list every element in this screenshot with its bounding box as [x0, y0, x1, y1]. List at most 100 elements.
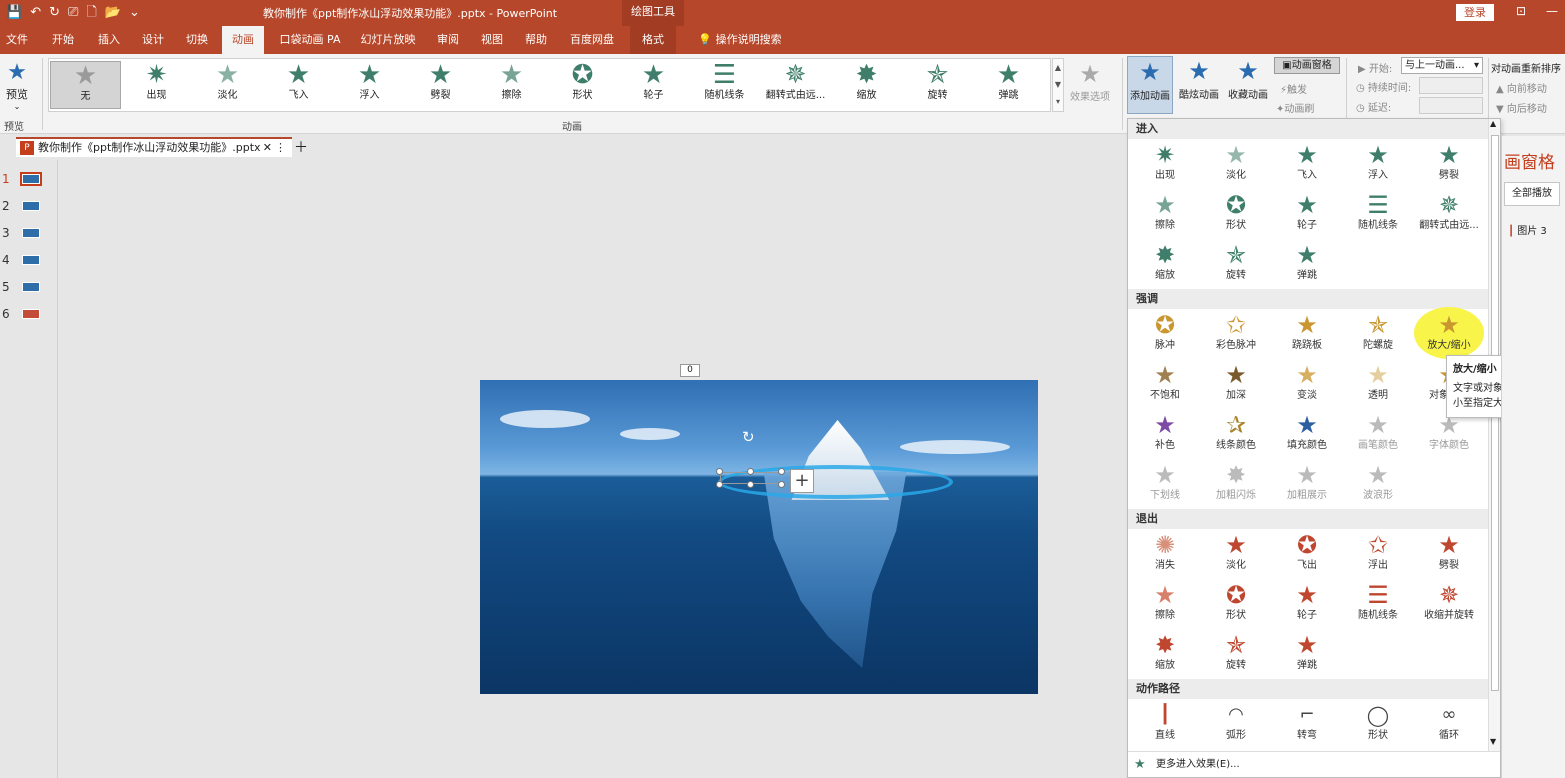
tab-home[interactable]: 开始	[44, 26, 82, 54]
more-icon[interactable]: ▾	[1053, 93, 1063, 110]
slide-thumbnail[interactable]: 2	[0, 197, 58, 217]
ribbon-display-icon[interactable]: ⊡	[1516, 4, 1526, 18]
resize-handle[interactable]	[747, 468, 754, 475]
tab-view[interactable]: 视图	[472, 26, 512, 54]
add-animation-button[interactable]: ★ 添加动画	[1127, 56, 1173, 114]
gallery-item-float-in[interactable]: ★ 浮入	[334, 61, 405, 109]
slide-thumbnail[interactable]: 1	[0, 170, 58, 190]
gallery-item-bounce[interactable]: ★ 弹跳	[973, 61, 1044, 109]
entrance-bounce[interactable]: ★ 弹跳	[1272, 241, 1342, 287]
customize-qat-icon[interactable]: ⌄	[129, 3, 140, 23]
entrance-wipe[interactable]: ★ 擦除	[1130, 191, 1200, 237]
slide-thumbnail[interactable]: 6	[0, 305, 58, 325]
exit-split[interactable]: ★ 劈裂	[1414, 531, 1484, 577]
resize-handle[interactable]	[716, 481, 723, 488]
tab-slideshow[interactable]: 幻灯片放映	[356, 26, 420, 54]
motion-loops[interactable]: ∞ 循环	[1414, 701, 1484, 747]
emphasis-line-color[interactable]: ✰ 线条颜色	[1201, 411, 1271, 457]
tell-me-search[interactable]: 💡 操作说明搜索	[690, 26, 790, 54]
resize-handle[interactable]	[778, 468, 785, 475]
emphasis-desaturate[interactable]: ★ 不饱和	[1130, 361, 1200, 407]
exit-disappear[interactable]: ✺ 消失	[1130, 531, 1200, 577]
motion-turns[interactable]: ⌐ 转弯	[1272, 701, 1342, 747]
open-folder-icon[interactable]: 📂	[105, 3, 121, 23]
tab-transitions[interactable]: 切换	[178, 26, 216, 54]
scroll-down-icon[interactable]: ▼	[1490, 737, 1496, 746]
gallery-item-appear[interactable]: ✷ 出现	[121, 61, 192, 109]
present-icon[interactable]: ⎚	[68, 3, 78, 23]
gallery-item-split[interactable]: ★ 劈裂	[405, 61, 476, 109]
emphasis-darken[interactable]: ★ 加深	[1201, 361, 1271, 407]
tab-design[interactable]: 设计	[134, 26, 172, 54]
motion-arcs[interactable]: ◠ 弧形	[1201, 701, 1271, 747]
scroll-up-icon[interactable]: ▲	[1490, 119, 1496, 128]
slide-iceberg[interactable]: ↻ +	[480, 380, 1038, 694]
emphasis-transparency[interactable]: ★ 透明	[1343, 361, 1413, 407]
effect-options-button[interactable]: ★ 效果选项	[1066, 60, 1114, 103]
entrance-swivel[interactable]: ✯ 旋转	[1201, 241, 1271, 287]
resize-handle[interactable]	[716, 468, 723, 475]
tab-help[interactable]: 帮助	[516, 26, 556, 54]
exit-zoom[interactable]: ✸ 缩放	[1130, 631, 1200, 677]
close-icon[interactable]: ✕	[263, 139, 272, 156]
entrance-zoom[interactable]: ✸ 缩放	[1130, 241, 1200, 287]
move-crosshair-icon[interactable]: +	[790, 469, 814, 493]
exit-fade[interactable]: ★ 淡化	[1201, 531, 1271, 577]
tab-review[interactable]: 审阅	[428, 26, 468, 54]
exit-fly-out[interactable]: ✪ 飞出	[1272, 531, 1342, 577]
exit-bounce[interactable]: ★ 弹跳	[1272, 631, 1342, 677]
cool-animation-button[interactable]: ★ 酷炫动画	[1176, 56, 1222, 101]
emphasis-pulse[interactable]: ✪ 脉冲	[1130, 311, 1200, 357]
scroll-up-icon[interactable]: ▲	[1053, 59, 1063, 76]
animation-list-item[interactable]: ┃ 图片 3	[1508, 222, 1547, 237]
tab-format[interactable]: 格式	[630, 26, 676, 54]
minimize-icon[interactable]: —	[1546, 4, 1558, 18]
slide-thumbnail[interactable]: 4	[0, 251, 58, 271]
tab-pocket-animation[interactable]: 口袋动画 PA	[272, 26, 348, 54]
exit-wheel[interactable]: ★ 轮子	[1272, 581, 1342, 627]
gallery-item-none[interactable]: ★ 无	[50, 61, 121, 109]
gallery-item-zoom[interactable]: ✸ 缩放	[831, 61, 902, 109]
motion-shapes[interactable]: ◯ 形状	[1343, 701, 1413, 747]
exit-swivel[interactable]: ✯ 旋转	[1201, 631, 1271, 677]
move-earlier-button[interactable]: ▲ 向前移动	[1496, 80, 1547, 95]
login-button[interactable]: 登录	[1456, 4, 1494, 21]
trigger-button[interactable]: ⚡触发	[1280, 81, 1307, 96]
add-tab-icon[interactable]: ＋	[294, 137, 308, 157]
animation-order-tag[interactable]: 0	[680, 364, 700, 377]
emphasis-grow-shrink[interactable]: ★ 放大/缩小	[1414, 307, 1484, 359]
entrance-wheel[interactable]: ★ 轮子	[1272, 191, 1342, 237]
motion-lines[interactable]: ┃ 直线	[1130, 701, 1200, 747]
preview-button[interactable]: ★ 预览 ⌄	[2, 60, 32, 111]
exit-wipe[interactable]: ★ 擦除	[1130, 581, 1200, 627]
dropdown-scrollbar[interactable]: ▲ ▼	[1488, 119, 1500, 751]
animation-painter-button[interactable]: ✦动画刷	[1276, 100, 1314, 115]
entrance-split[interactable]: ★ 劈裂	[1414, 141, 1484, 187]
gallery-scroll[interactable]: ▲ ▼ ▾	[1052, 58, 1064, 112]
emphasis-teeter[interactable]: ★ 跷跷板	[1272, 311, 1342, 357]
gallery-item-swivel[interactable]: ✯ 旋转	[902, 61, 973, 109]
emphasis-lighten[interactable]: ★ 变淡	[1272, 361, 1342, 407]
tab-baidu-netdisk[interactable]: 百度网盘	[562, 26, 622, 54]
gallery-item-fly-in[interactable]: ★ 飞入	[263, 61, 334, 109]
gallery-item-grow-turn[interactable]: ✵ 翻转式由远...	[760, 61, 831, 109]
new-file-icon[interactable]: 🗋	[86, 3, 96, 23]
exit-shape[interactable]: ✪ 形状	[1201, 581, 1271, 627]
more-vertical-icon[interactable]: ⋮	[275, 139, 286, 156]
gallery-item-fade[interactable]: ★ 淡化	[192, 61, 263, 109]
exit-shrink-turn[interactable]: ✵ 收缩并旋转	[1414, 581, 1484, 627]
emphasis-spin[interactable]: ✯ 陀螺旋	[1343, 311, 1413, 357]
collect-animation-button[interactable]: ★ 收藏动画	[1224, 56, 1272, 101]
gallery-item-random-bars[interactable]: ☰ 随机线条	[689, 61, 760, 109]
gallery-item-wheel[interactable]: ★ 轮子	[618, 61, 689, 109]
rotate-handle-icon[interactable]: ↻	[742, 428, 755, 446]
more-entrance-effects[interactable]: ★ 更多进入效果(E)...	[1128, 751, 1500, 777]
gallery-item-wipe[interactable]: ★ 擦除	[476, 61, 547, 109]
resize-handle[interactable]	[747, 481, 754, 488]
slide-thumbnail[interactable]: 3	[0, 224, 58, 244]
gallery-item-shape[interactable]: ✪ 形状	[547, 61, 618, 109]
emphasis-fill-color[interactable]: ★ 填充颜色	[1272, 411, 1342, 457]
document-tab[interactable]: P 教你制作《ppt制作冰山浮动效果功能》.pptx ✕ ⋮	[16, 137, 292, 157]
move-later-button[interactable]: ▼ 向后移动	[1496, 100, 1547, 115]
slide-thumbnail[interactable]: 5	[0, 278, 58, 298]
